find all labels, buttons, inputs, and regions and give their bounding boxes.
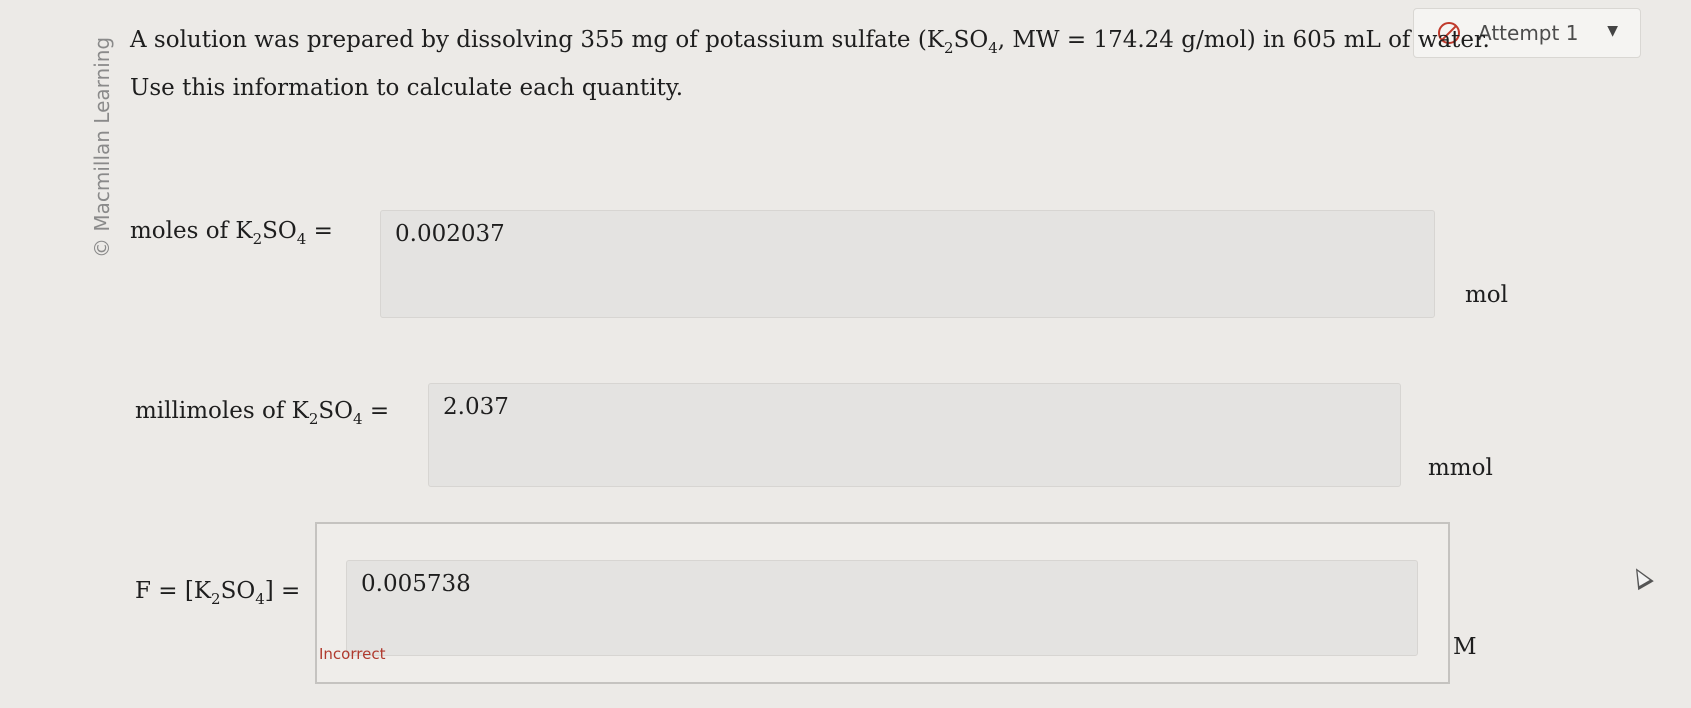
concentration-unit: M — [1453, 634, 1477, 660]
question-text: A solution was prepared by dissolving 35… — [130, 27, 1490, 101]
copyright-credit: © Macmillan Learning — [90, 36, 114, 258]
incorrect-feedback: Incorrect — [319, 645, 386, 663]
formal-concentration-input[interactable]: 0.005738 — [346, 560, 1418, 656]
mouse-cursor-icon — [1628, 563, 1654, 591]
millimoles-input[interactable]: 2.037 — [428, 383, 1401, 487]
moles-unit: mol — [1465, 282, 1509, 308]
moles-label: moles of K2SO4 = — [130, 218, 333, 248]
millimoles-unit: mmol — [1428, 455, 1493, 481]
chevron-down-icon: ▼ — [1607, 23, 1618, 39]
moles-input[interactable]: 0.002037 — [380, 210, 1435, 318]
formal-concentration-label: F = [K2SO4] = — [135, 578, 301, 608]
millimoles-label: millimoles of K2SO4 = — [135, 398, 390, 428]
